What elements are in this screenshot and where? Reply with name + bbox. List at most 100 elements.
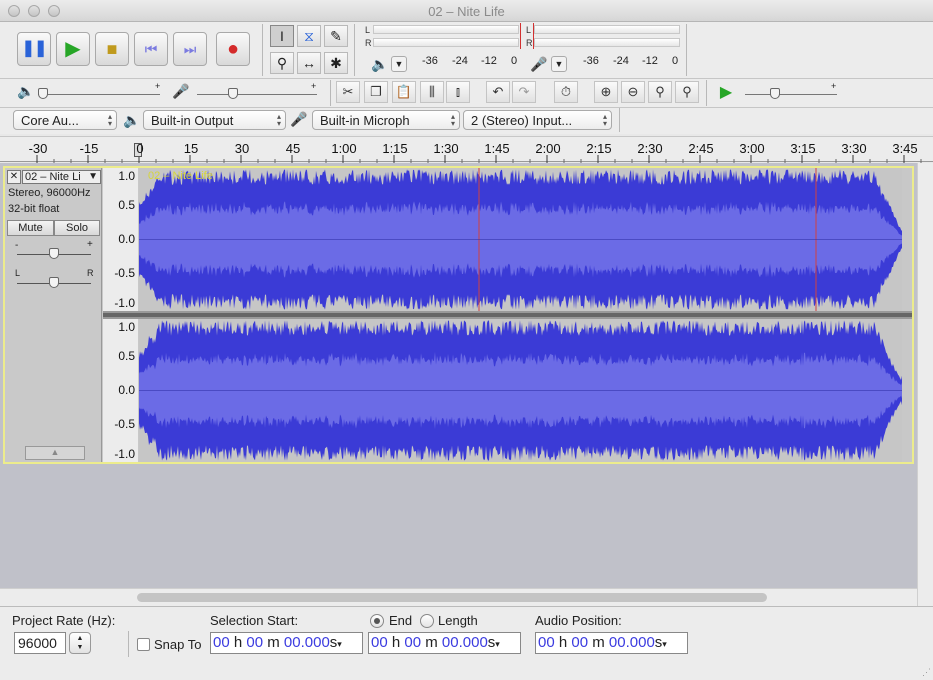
envelope-tool[interactable]: ⧖ xyxy=(297,25,321,47)
horizontal-scrollbar-thumb[interactable] xyxy=(137,593,767,602)
project-rate-stepper[interactable]: ▲ ▼ xyxy=(69,632,91,654)
redo-button[interactable]: ↷ xyxy=(512,81,536,103)
fit-selection-button[interactable]: ⚲ xyxy=(648,81,672,103)
record-volume-slider[interactable] xyxy=(197,94,317,95)
toolbar-separator xyxy=(128,631,129,657)
record-meter-right[interactable] xyxy=(534,38,680,47)
track-panel[interactable]: ✕ 02 – Nite Li ▼ Stereo, 96000Hz 32-bit … xyxy=(0,163,917,588)
scissors-icon: ✂ xyxy=(342,84,354,99)
timeline-tick-label: 15 xyxy=(183,141,199,156)
playback-meter-menu[interactable]: ▼ xyxy=(391,56,407,72)
playback-scale-label: -12 xyxy=(481,55,497,67)
track-close-button[interactable]: ✕ xyxy=(7,170,21,184)
vertical-scrollbar[interactable] xyxy=(917,163,933,606)
sync-lock-button[interactable]: ⏱ xyxy=(554,81,578,103)
resize-grip-icon[interactable]: ⋰ xyxy=(922,667,931,678)
selection-end-time[interactable]: 00 h 00 m 00.000s▾ xyxy=(368,632,521,654)
time-shift-tool[interactable]: ↔ xyxy=(297,52,321,74)
gain-slider-thumb[interactable] xyxy=(49,248,59,259)
pause-button[interactable]: ❚❚ xyxy=(17,32,51,66)
pan-slider-thumb[interactable] xyxy=(49,277,59,288)
length-radio[interactable] xyxy=(420,614,434,628)
collapse-track-button[interactable]: ▲ xyxy=(25,446,85,460)
copy-button[interactable]: ❐ xyxy=(364,81,388,103)
paste-button[interactable]: 📋 xyxy=(392,81,416,103)
snap-to-checkbox[interactable] xyxy=(137,638,150,651)
output-device-select[interactable]: Built-in Output ▴ ▾ xyxy=(143,110,286,130)
play-button[interactable]: ▶ xyxy=(56,32,90,66)
skip-to-end-button[interactable]: ⏭ xyxy=(173,32,207,66)
playback-scale-label: -36 xyxy=(422,55,438,67)
trim-button[interactable]: ⫼ xyxy=(420,81,444,103)
multi-tool[interactable]: ✱ xyxy=(324,52,348,74)
waveform-channel-2[interactable] xyxy=(139,319,902,462)
chevron-down-icon: ▼ xyxy=(394,59,404,69)
skip-to-start-button[interactable]: ⏮ xyxy=(134,32,168,66)
solo-button[interactable]: Solo xyxy=(54,220,100,236)
amplitude-label: -0.5 xyxy=(114,266,135,280)
playback-volume-thumb[interactable] xyxy=(38,88,48,99)
pan-right-label: R xyxy=(87,268,94,278)
skip-to-start-icon: ⏮ xyxy=(144,41,158,57)
title-bar: 02 – Nite Life xyxy=(0,0,933,22)
multi-tool-icon: ✱ xyxy=(330,54,342,71)
selection-start-time[interactable]: 00 h 00 m 00.000s▾ xyxy=(210,632,363,654)
redo-icon: ↷ xyxy=(518,84,530,99)
playback-volume-icon: 🔈 xyxy=(17,83,35,99)
time-shift-icon: ↔ xyxy=(302,55,316,71)
length-label: Length xyxy=(438,613,478,628)
record-meter-menu[interactable]: ▼ xyxy=(551,56,567,72)
timeline-ruler[interactable]: -30 -15 0 15 30 45 1:00 1:15 1:30 1:45 2:00 2:15 2:3… xyxy=(0,136,933,163)
timeline-tick-label: 2:00 xyxy=(535,141,561,156)
amplitude-label: 0.5 xyxy=(118,198,135,212)
audio-host-select[interactable]: Core Au... ▴ ▾ xyxy=(13,110,117,130)
end-label: End xyxy=(389,613,413,628)
track-label: 02 – Nite Life xyxy=(148,170,213,182)
timeline-tick-label: 1:15 xyxy=(382,141,408,156)
trim-audio-icon: ⫼ xyxy=(429,84,435,99)
toolbar-separator xyxy=(330,80,331,106)
mute-button[interactable]: Mute xyxy=(7,220,54,236)
record-meter-left[interactable] xyxy=(534,25,680,34)
track-menu-button[interactable]: 02 – Nite Li ▼ xyxy=(22,170,101,184)
plus-icon: + xyxy=(155,81,161,91)
record-meter-right-label: R xyxy=(526,38,533,48)
project-rate-input[interactable]: 96000 xyxy=(14,632,66,654)
input-device-select[interactable]: Built-in Microph ▴ ▾ xyxy=(312,110,460,130)
draw-tool[interactable]: ✎ xyxy=(324,25,348,47)
zoom-in-button[interactable]: ⊕ xyxy=(594,81,618,103)
project-rate-label: Project Rate (Hz): xyxy=(12,613,116,628)
playback-meter-right[interactable] xyxy=(373,38,519,47)
fit-project-button[interactable]: ⚲ xyxy=(675,81,699,103)
zoom-out-button[interactable]: ⊖ xyxy=(621,81,645,103)
stop-button[interactable]: ■ xyxy=(95,32,129,66)
amplitude-label: 1.0 xyxy=(118,320,135,334)
record-button[interactable]: ● xyxy=(216,32,250,66)
horizontal-scrollbar[interactable] xyxy=(0,588,917,606)
chevron-down-icon: ▾ xyxy=(337,639,342,649)
cut-button[interactable]: ✂ xyxy=(336,81,360,103)
up-down-arrows-icon: ▴ ▾ xyxy=(602,112,607,128)
playback-volume-slider[interactable] xyxy=(38,94,160,95)
playback-scale-label: 0 xyxy=(511,55,518,67)
selection-tool[interactable]: I xyxy=(270,25,294,47)
minutes-unit: m xyxy=(267,634,280,651)
playback-meter-left[interactable] xyxy=(373,25,519,34)
waveform-channel-1[interactable]: 02 – Nite Life xyxy=(139,168,902,311)
play-speed-thumb[interactable] xyxy=(770,88,780,99)
zoom-tool[interactable]: ⚲ xyxy=(270,52,294,74)
audio-position-time[interactable]: 00 h 00 m 00.000s▾ xyxy=(535,632,688,654)
input-channels-select[interactable]: 2 (Stereo) Input... ▴ ▾ xyxy=(463,110,612,130)
play-speed-slider[interactable] xyxy=(745,94,837,95)
microphone-icon: 🎤 xyxy=(530,56,548,72)
audio-track[interactable]: ✕ 02 – Nite Li ▼ Stereo, 96000Hz 32-bit … xyxy=(3,166,914,464)
record-volume-thumb[interactable] xyxy=(228,88,238,99)
end-radio[interactable] xyxy=(370,614,384,628)
play-at-speed-button[interactable]: ▶ xyxy=(714,81,738,103)
undo-button[interactable]: ↶ xyxy=(486,81,510,103)
playback-scale-label: -24 xyxy=(452,55,468,67)
silence-button[interactable]: ⫾ xyxy=(446,81,470,103)
zoom-out-icon: ⊖ xyxy=(627,84,639,99)
track-name: 02 – Nite Li xyxy=(25,171,81,183)
audio-host-value: Core Au... xyxy=(21,113,79,128)
